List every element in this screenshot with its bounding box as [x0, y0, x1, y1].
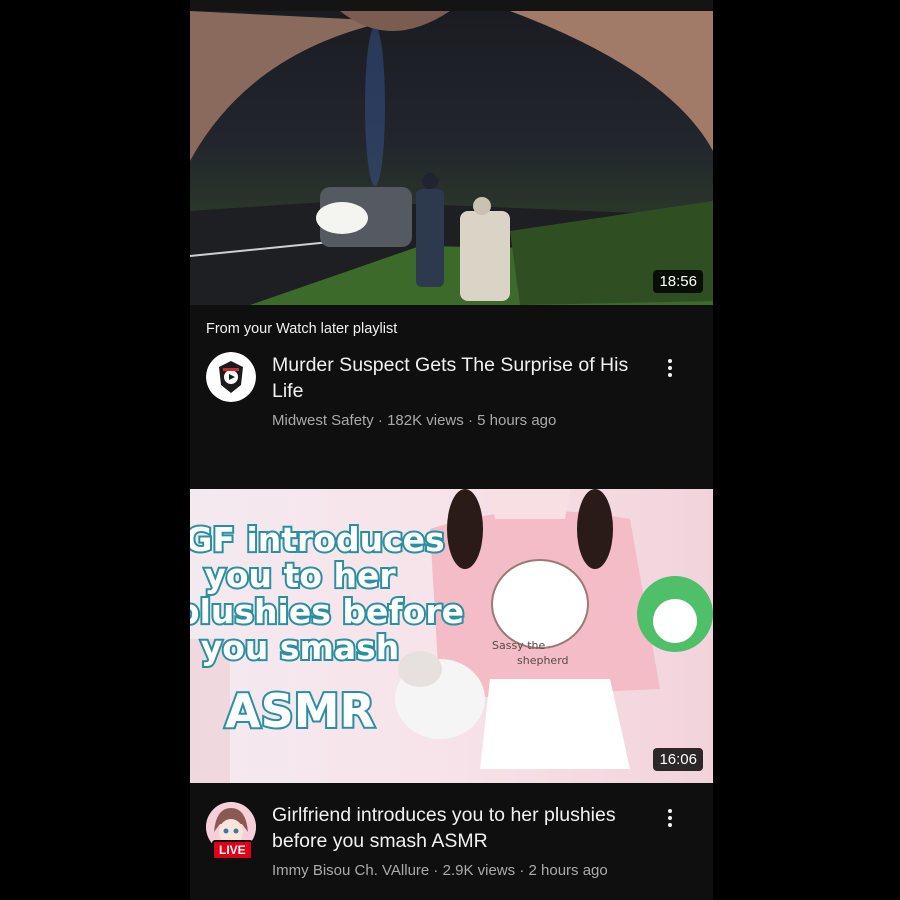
plushie-scene-graphic: Sassy the shepherd GF introduces you to …: [190, 489, 713, 783]
video-title[interactable]: Murder Suspect Gets The Surprise of His …: [272, 352, 652, 404]
sweater-text-1: Sassy the: [492, 639, 545, 652]
separator: ·: [515, 862, 529, 879]
video-subtitle: Immy Bisou Ch. VAllure · 2.9K views · 2 …: [272, 862, 608, 879]
more-options-icon[interactable]: [660, 356, 680, 382]
video-duration: 16:06: [653, 748, 703, 771]
video-duration: 18:56: [653, 270, 703, 293]
thumbnail-text-line5: ASMR: [225, 684, 375, 738]
live-badge: LIVE: [212, 840, 253, 860]
video-feed: 18:56 From your Watch later playlist Mur…: [190, 0, 713, 900]
video-thumbnail-2[interactable]: Sassy the shepherd GF introduces you to …: [190, 489, 713, 783]
thumbnail-text-line1: GF introduces: [190, 520, 445, 559]
video-thumbnail-1[interactable]: 18:56: [190, 11, 713, 305]
thumbnail-text-line2: you to her: [204, 556, 396, 595]
video-meta-1: Murder Suspect Gets The Surprise of His …: [206, 350, 706, 442]
watch-later-context: From your Watch later playlist: [206, 321, 398, 337]
sweater-text-2: shepherd: [517, 654, 569, 667]
separator: ·: [429, 862, 443, 879]
view-count: 182K views: [387, 412, 464, 429]
thumbnail-text-line4: you smash: [201, 628, 400, 667]
separator: ·: [463, 412, 478, 429]
channel-name[interactable]: Midwest Safety: [272, 412, 374, 429]
police-badge-icon: [206, 352, 256, 402]
status-strip: [190, 0, 713, 11]
video-meta-2: LIVE Girlfriend introduces you to her pl…: [206, 800, 706, 892]
upload-age: 5 hours ago: [477, 412, 557, 429]
channel-avatar[interactable]: [206, 352, 256, 402]
video-title[interactable]: Girlfriend introduces you to her plushie…: [272, 802, 652, 854]
channel-name[interactable]: Immy Bisou Ch. VAllure: [272, 862, 429, 879]
separator: ·: [373, 412, 388, 429]
view-count: 2.9K views: [442, 862, 516, 879]
night-scene-graphic: [190, 11, 713, 305]
more-options-icon[interactable]: [660, 806, 680, 832]
video-subtitle: Midwest Safety · 182K views · 5 hours ag…: [272, 412, 556, 429]
thumbnail-text-line3: plushies before: [190, 592, 464, 631]
upload-age: 2 hours ago: [528, 862, 608, 879]
